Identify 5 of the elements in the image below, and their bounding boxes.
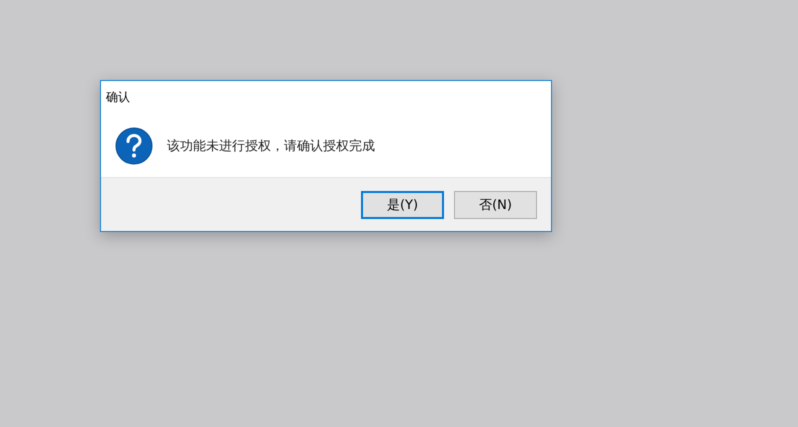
- question-icon: [115, 127, 153, 165]
- dialog-message: 该功能未进行授权，请确认授权完成: [167, 138, 375, 155]
- window-title: 确认: [105, 89, 131, 106]
- no-button[interactable]: 否(N): [454, 190, 537, 218]
- yes-button[interactable]: 是(Y): [361, 190, 444, 218]
